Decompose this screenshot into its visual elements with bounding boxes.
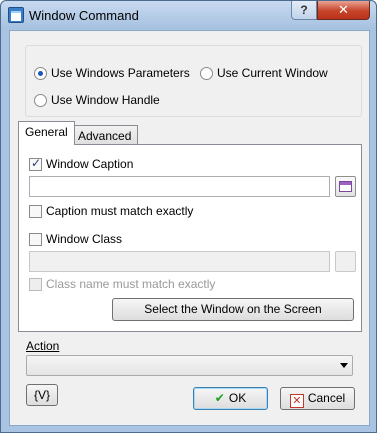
variables-button[interactable]: {V} <box>26 384 58 406</box>
title-bar[interactable]: Window Command ? ✕ <box>1 1 376 29</box>
window-title: Window Command <box>29 8 139 23</box>
checkbox-label: Class name must match exactly <box>46 277 216 291</box>
checkbox-box[interactable] <box>29 232 42 246</box>
action-dropdown[interactable] <box>26 355 353 376</box>
mode-radio-group: Use Windows Parameters Use Current Windo… <box>25 45 362 117</box>
window-picker-icon <box>339 181 352 192</box>
checkbox-box[interactable] <box>29 204 42 218</box>
ok-button[interactable]: ✔ OK <box>193 387 268 410</box>
class-picker-button[interactable] <box>335 251 356 272</box>
window-class-checkbox[interactable]: Window Class <box>29 232 122 246</box>
radio-dot[interactable] <box>200 66 213 80</box>
checkbox-box[interactable] <box>29 156 42 171</box>
radio-use-windows-parameters[interactable]: Use Windows Parameters <box>34 66 190 80</box>
checkmark-icon: ✔ <box>214 391 225 405</box>
checkbox-label: Caption must match exactly <box>46 204 194 218</box>
action-label: Action <box>26 339 59 353</box>
window-class-input[interactable] <box>29 251 330 272</box>
tab-general[interactable]: General <box>18 121 75 145</box>
cancel-button-label: Cancel <box>307 391 346 405</box>
window-caption-input[interactable] <box>29 176 330 197</box>
radio-dot[interactable] <box>34 93 47 107</box>
radio-label: Use Window Handle <box>51 93 160 107</box>
window-caption-checkbox[interactable]: Window Caption <box>29 156 134 171</box>
caption-exact-checkbox[interactable]: Caption must match exactly <box>29 204 193 218</box>
radio-label: Use Current Window <box>217 66 328 80</box>
radio-label: Use Windows Parameters <box>51 66 190 80</box>
tab-panel-general: Window Caption Caption must match exactl… <box>18 144 362 332</box>
checkbox-label: Window Caption <box>46 157 134 171</box>
tab-control: General Advanced Window Caption Caption … <box>18 121 362 333</box>
close-button[interactable]: ✕ <box>317 1 370 20</box>
dialog-body: Use Windows Parameters Use Current Windo… <box>9 30 370 426</box>
dialog-window: Window Command ? ✕ Use Windows Parameter… <box>0 0 377 433</box>
window-command-icon <box>8 7 24 23</box>
radio-use-current-window[interactable]: Use Current Window <box>200 66 328 80</box>
radio-use-window-handle[interactable]: Use Window Handle <box>34 93 160 107</box>
ok-button-label: OK <box>228 391 247 405</box>
chevron-down-icon[interactable] <box>340 363 348 368</box>
cancel-x-icon: ✕ <box>289 394 304 408</box>
cancel-button[interactable]: ✕ Cancel <box>280 387 355 410</box>
class-exact-checkbox[interactable]: Class name must match exactly <box>29 277 215 291</box>
help-button[interactable]: ? <box>291 1 317 20</box>
caption-picker-button[interactable] <box>335 176 356 197</box>
checkbox-box[interactable] <box>29 277 42 291</box>
checkbox-label: Window Class <box>46 232 123 246</box>
radio-dot[interactable] <box>34 66 47 80</box>
action-label-text: Action <box>26 339 60 353</box>
select-window-button[interactable]: Select the Window on the Screen <box>112 298 354 321</box>
tab-advanced[interactable]: Advanced <box>71 125 139 145</box>
